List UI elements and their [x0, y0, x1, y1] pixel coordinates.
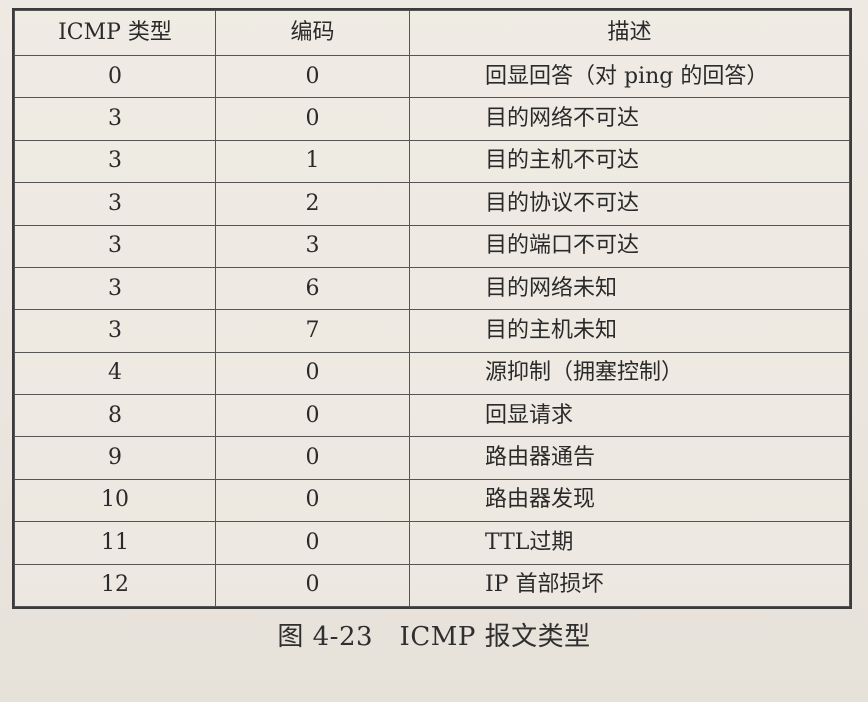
- table-head: ICMP 类型 编码 描述: [14, 10, 850, 56]
- cell-type: 3: [14, 224, 216, 268]
- figure-caption: 图 4-23 ICMP 报文类型: [277, 622, 591, 652]
- cell-type: 4: [14, 351, 216, 396]
- cell-code: 0: [215, 521, 410, 565]
- table-row: 3 1 目的主机不可达: [14, 139, 850, 184]
- cell-description: 目的协议不可达: [409, 182, 850, 226]
- icmp-type-table: ICMP 类型 编码 描述 0 0 回显回答（对 ping 的回答） 3 0 目…: [14, 10, 850, 607]
- cell-description: 路由器发现: [409, 478, 850, 523]
- table-row: 9 0 路由器通告: [14, 436, 850, 480]
- cell-description: 目的网络未知: [409, 266, 850, 311]
- cell-description: 回显回答（对 ping 的回答）: [409, 54, 850, 99]
- table-row: 3 6 目的网络未知: [14, 266, 850, 311]
- header-code: 编码: [215, 10, 410, 56]
- cell-description: 路由器通告: [409, 436, 850, 480]
- header-description: 描述: [409, 10, 850, 56]
- table-row: 11 0 TTL过期: [14, 521, 850, 565]
- cell-code: 7: [215, 309, 410, 353]
- cell-type: 3: [14, 139, 216, 184]
- cell-code: 2: [215, 182, 410, 226]
- cell-type: 3: [14, 266, 216, 311]
- table-row: 3 0 目的网络不可达: [14, 97, 850, 141]
- cell-description: TTL过期: [409, 521, 850, 565]
- header-row: ICMP 类型 编码 描述: [14, 10, 850, 56]
- table-row: 10 0 路由器发现: [14, 478, 850, 523]
- table-body: 0 0 回显回答（对 ping 的回答） 3 0 目的网络不可达 3 1 目的主…: [14, 54, 850, 607]
- table-row: 3 7 目的主机未知: [14, 309, 850, 353]
- cell-code: 0: [215, 54, 410, 99]
- cell-description: 目的端口不可达: [409, 224, 850, 268]
- cell-type: 11: [14, 521, 216, 565]
- document-page: ICMP 类型 编码 描述 0 0 回显回答（对 ping 的回答） 3 0 目…: [0, 0, 868, 702]
- header-icmp-type: ICMP 类型: [14, 10, 216, 56]
- cell-code: 1: [215, 139, 410, 184]
- cell-description: 目的主机未知: [409, 309, 850, 353]
- cell-description: 目的网络不可达: [409, 97, 850, 141]
- table-row: 3 3 目的端口不可达: [14, 224, 850, 268]
- cell-description: IP 首部损坏: [409, 563, 850, 607]
- table-row: 4 0 源抑制（拥塞控制）: [14, 351, 850, 396]
- cell-type: 3: [14, 182, 216, 226]
- cell-code: 0: [215, 436, 410, 480]
- cell-type: 0: [14, 54, 216, 99]
- table-row: 3 2 目的协议不可达: [14, 182, 850, 226]
- cell-code: 6: [215, 266, 410, 311]
- cell-type: 8: [14, 393, 216, 438]
- cell-code: 0: [215, 97, 410, 141]
- cell-type: 10: [14, 478, 216, 523]
- table-row: 0 0 回显回答（对 ping 的回答）: [14, 54, 850, 99]
- cell-description: 目的主机不可达: [409, 139, 850, 184]
- cell-type: 3: [14, 97, 216, 141]
- cell-code: 0: [215, 563, 410, 607]
- cell-code: 0: [215, 351, 410, 396]
- table-row: 8 0 回显请求: [14, 393, 850, 438]
- cell-type: 9: [14, 436, 216, 480]
- cell-code: 3: [215, 224, 410, 268]
- cell-type: 3: [14, 309, 216, 353]
- cell-description: 源抑制（拥塞控制）: [409, 351, 850, 396]
- cell-code: 0: [215, 478, 410, 523]
- cell-type: 12: [14, 563, 216, 607]
- icmp-type-table-wrapper: ICMP 类型 编码 描述 0 0 回显回答（对 ping 的回答） 3 0 目…: [12, 8, 852, 609]
- cell-description: 回显请求: [409, 393, 850, 438]
- table-row: 12 0 IP 首部损坏: [14, 563, 850, 607]
- cell-code: 0: [215, 393, 410, 438]
